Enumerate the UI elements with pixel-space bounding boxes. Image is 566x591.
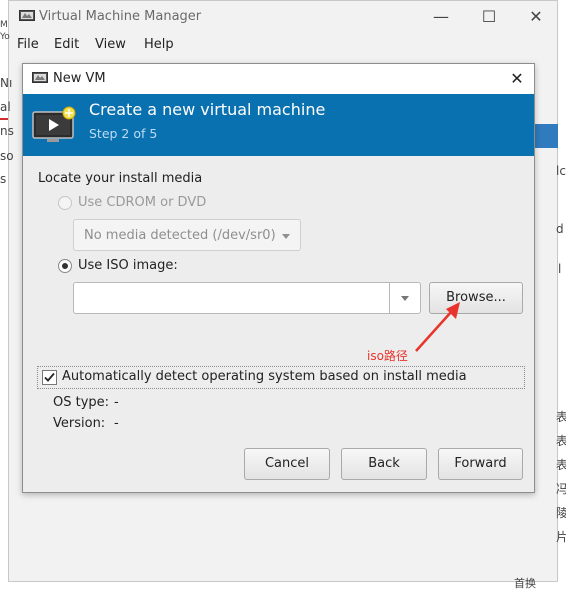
edge-fragment: Nı	[0, 76, 13, 90]
chevron-down-icon	[282, 234, 290, 239]
vmm-app-icon	[19, 10, 35, 21]
edge-fragment: lc	[556, 164, 566, 178]
menu-edit[interactable]: Edit	[54, 37, 79, 52]
menu-help[interactable]: Help	[144, 37, 174, 52]
version-value: -	[114, 416, 119, 431]
maximize-button[interactable]: ☐	[478, 6, 500, 28]
edge-fragment: d	[556, 222, 564, 236]
edge-fragment: al	[0, 100, 11, 114]
version-label: Version:	[53, 416, 106, 431]
edge-fragment: 表	[556, 434, 566, 448]
cancel-button[interactable]: Cancel	[244, 448, 330, 480]
dialog-title: New VM	[53, 71, 106, 86]
cdrom-radio[interactable]	[58, 196, 72, 210]
menubar: File Edit View Help	[9, 33, 557, 57]
new-vm-dialog: New VM ✕ Create a new virtual machine St…	[22, 63, 535, 493]
parent-titlebar: Virtual Machine Manager — ☐ ✕	[9, 1, 557, 33]
cdrom-label: Use CDROM or DVD	[78, 195, 207, 210]
edge-fragment: so	[0, 149, 14, 163]
edge-fragment: M	[0, 20, 8, 30]
iso-radio[interactable]	[58, 259, 72, 273]
os-type-label: OS type:	[53, 395, 110, 410]
auto-detect-label: Automatically detect operating system ba…	[62, 369, 467, 384]
iso-label: Use ISO image:	[78, 258, 178, 273]
auto-detect-row[interactable]: Automatically detect operating system ba…	[37, 366, 525, 389]
edge-fragment: l	[558, 262, 562, 276]
install-media-heading: Locate your install media	[38, 171, 203, 186]
radio-dot	[62, 263, 68, 269]
annotation-arrow-icon	[415, 302, 460, 352]
edge-fragment: 片	[556, 530, 566, 544]
menu-view[interactable]: View	[95, 37, 126, 52]
edge-fragment: 表	[556, 458, 566, 472]
back-button[interactable]: Back	[341, 448, 427, 480]
close-button[interactable]: ✕	[525, 6, 547, 28]
parent-window-title: Virtual Machine Manager	[39, 9, 202, 24]
iso-path-input[interactable]	[73, 282, 390, 314]
edge-fragment: Yo	[0, 32, 10, 42]
forward-button[interactable]: Forward	[438, 448, 523, 480]
edge-fragment: 表	[556, 410, 566, 424]
banner-title: Create a new virtual machine	[89, 100, 326, 119]
vmm-app-icon	[32, 72, 48, 83]
new-vm-monitor-icon	[32, 106, 76, 142]
edge-accent	[0, 118, 8, 120]
cdrom-device-value: No media detected (/dev/sr0)	[84, 228, 276, 243]
step-indicator: Step 2 of 5	[89, 126, 158, 141]
edge-fragment: s	[0, 172, 7, 186]
edge-selection	[535, 124, 558, 148]
edge-fragment: 冯	[556, 482, 566, 496]
auto-detect-checkbox[interactable]	[42, 370, 57, 385]
wizard-banner: Create a new virtual machine Step 2 of 5	[23, 94, 534, 156]
dialog-titlebar: New VM ✕	[23, 64, 534, 94]
edge-fragment: ns	[0, 124, 14, 138]
os-type-value: -	[114, 395, 119, 410]
checkmark-icon	[44, 372, 55, 382]
cdrom-device-select[interactable]: No media detected (/dev/sr0)	[73, 219, 301, 251]
edge-fragment: 陵	[556, 506, 566, 520]
menu-file[interactable]: File	[17, 37, 39, 52]
minimize-button[interactable]: —	[430, 6, 452, 28]
dialog-close-button[interactable]: ✕	[506, 68, 528, 90]
iso-path-annotation: iso路径	[367, 349, 408, 363]
